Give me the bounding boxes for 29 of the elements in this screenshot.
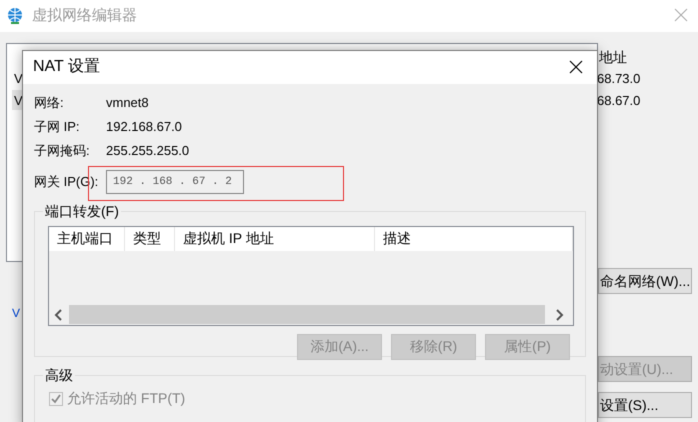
field-label: 子网 IP: <box>34 118 81 136</box>
field-value: 192.168.67.0 <box>106 118 182 136</box>
side-button[interactable]: 命名网络(W)... <box>598 268 692 294</box>
dialog-title: NAT 设置 <box>33 57 100 78</box>
scroll-left-icon[interactable] <box>54 308 64 321</box>
table-cell-text: 68.67.0 <box>597 92 640 110</box>
group-title: 端口转发(F) <box>43 202 121 220</box>
table-cell-text: 68.73.0 <box>597 70 640 88</box>
scrollbar-thumb[interactable] <box>69 305 545 324</box>
group-title: 高级 <box>43 366 75 384</box>
check-icon <box>51 394 61 404</box>
column-header[interactable]: 主机端口 <box>49 226 125 251</box>
group-label: V <box>12 306 20 320</box>
scroll-right-icon[interactable] <box>554 308 564 321</box>
table-cell-text: V <box>14 92 23 110</box>
side-button[interactable]: 设置(S)... <box>598 392 692 418</box>
window-title: 虚拟网络编辑器 <box>32 6 137 26</box>
column-header[interactable]: 描述 <box>375 226 573 251</box>
close-icon[interactable] <box>569 60 583 74</box>
field-label: 网络: <box>34 94 65 112</box>
column-header[interactable]: 地址 <box>599 46 627 68</box>
table-cell-text: V <box>14 70 23 88</box>
field-value: vmnet8 <box>106 94 149 112</box>
checkbox-label: 允许活动的 FTP(T) <box>67 389 186 408</box>
field-value: 255.255.255.0 <box>106 142 190 160</box>
column-header[interactable]: 类型 <box>125 226 175 251</box>
globe-icon <box>6 7 24 25</box>
field-label: 子网掩码: <box>34 142 91 160</box>
column-header[interactable]: 虚拟机 IP 地址 <box>175 226 375 251</box>
